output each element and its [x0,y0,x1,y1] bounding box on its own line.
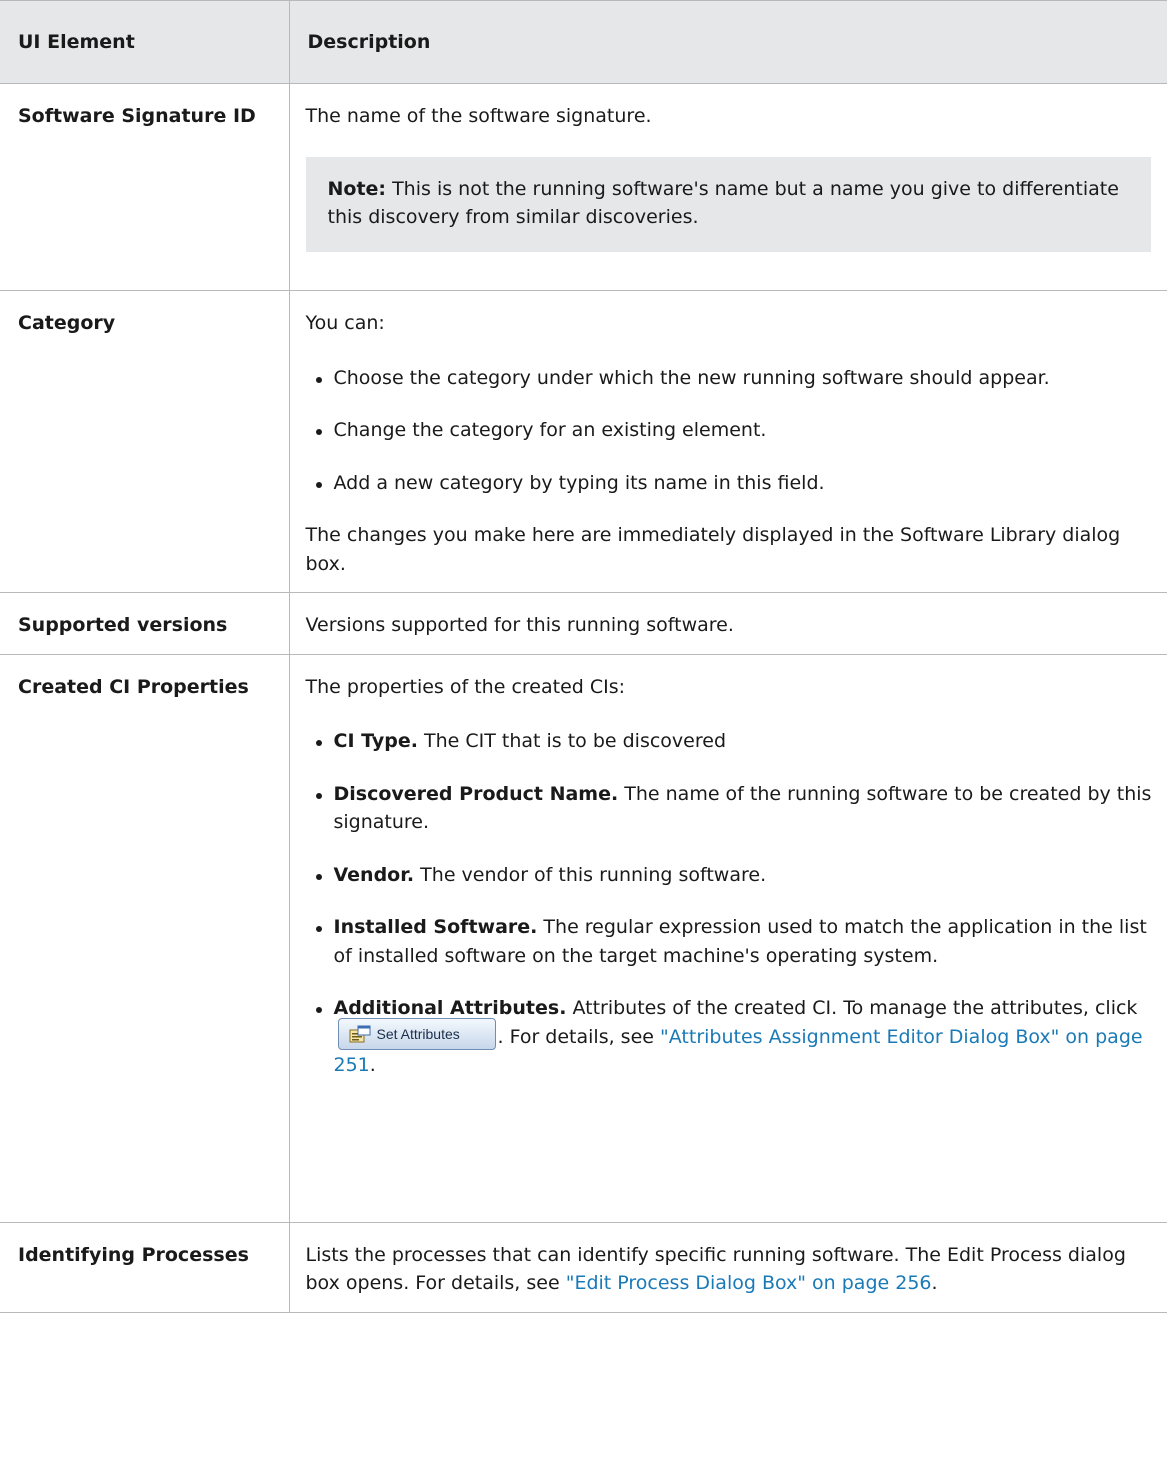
item-text: Attributes of the created CI. To manage … [566,997,1138,1019]
item-text: The CIT that is to be discovered [417,730,727,752]
description-intro: The properties of the created CIs: [305,675,626,698]
description-text: Lists the processes that can identify sp… [306,1241,1156,1298]
list-item: Installed Software. The regular expressi… [315,913,1156,970]
element-name: Created CI Properties [0,653,290,1223]
ui-elements-table: UI Element Description Software Signatur… [0,0,1167,1313]
list-item: Discovered Product Name. The name of the… [315,780,1156,837]
element-description: The properties of the created CIs: CI Ty… [288,653,1167,1223]
list-item: CI Type. The CIT that is to be discovere… [315,727,1156,756]
bullet-list: CI Type. The CIT that is to be discovere… [306,727,1156,1080]
description-text-end: . [931,1272,938,1294]
note-label: Note: [327,177,387,200]
list-item: Vendor. The vendor of this running softw… [315,861,1156,890]
properties-icon [349,1025,370,1043]
set-attributes-label: Set Attributes [376,1026,460,1042]
element-name: Category [0,290,290,593]
set-attributes-button[interactable]: Set Attributes [337,1018,496,1050]
table-row: Software Signature ID The name of the so… [0,83,1167,291]
element-name: Supported versions [0,592,290,655]
list-item: Add a new category by typing its name in… [315,469,1156,498]
bullet-list: Choose the category under which the new … [306,364,1156,498]
item-text: . For details, see [497,1025,661,1048]
element-name: Identifying Processes [0,1221,290,1313]
edit-process-link[interactable]: "Edit Process Dialog Box" on page 256 [566,1272,932,1294]
header-ui-element: UI Element [0,0,290,84]
list-item: Choose the category under which the new … [315,364,1156,393]
item-term: Installed Software. [333,916,538,938]
header-description: Description [288,0,1167,84]
item-term: Vendor. [333,863,415,886]
element-description: Lists the processes that can identify sp… [288,1221,1167,1313]
description-text: Versions supported for this running soft… [305,614,734,636]
table-row: Created CI Properties The properties of … [0,653,1167,1223]
note-box: Note: This is not the running software's… [305,156,1151,252]
element-description: You can: Choose the category under which… [288,290,1167,593]
element-description: Versions supported for this running soft… [288,592,1167,655]
list-item: Additional Attributes. Attributes of the… [315,994,1156,1080]
table-row: Supported versions Versions supported fo… [0,592,1167,655]
item-text: . [369,1054,376,1076]
table-header-row: UI Element Description [0,0,1167,84]
description-text: The changes you make here are immediatel… [305,524,1121,575]
element-name: Software Signature ID [0,83,290,291]
item-term: CI Type. [333,730,418,752]
description-intro: You can: [305,312,385,334]
table-row: Identifying Processes Lists the processe… [0,1221,1167,1313]
item-text: The vendor of this running software. [414,863,767,886]
item-term: Discovered Product Name. [333,782,619,805]
table-row: Category You can: Choose the category un… [0,290,1167,593]
list-item: Change the category for an existing elem… [315,416,1156,445]
item-term: Additional Attributes. [333,997,567,1019]
description-text: The name of the software signature. [305,105,652,127]
element-description: The name of the software signature. Note… [288,83,1167,291]
note-text: This is not the running software's name … [327,177,1119,229]
